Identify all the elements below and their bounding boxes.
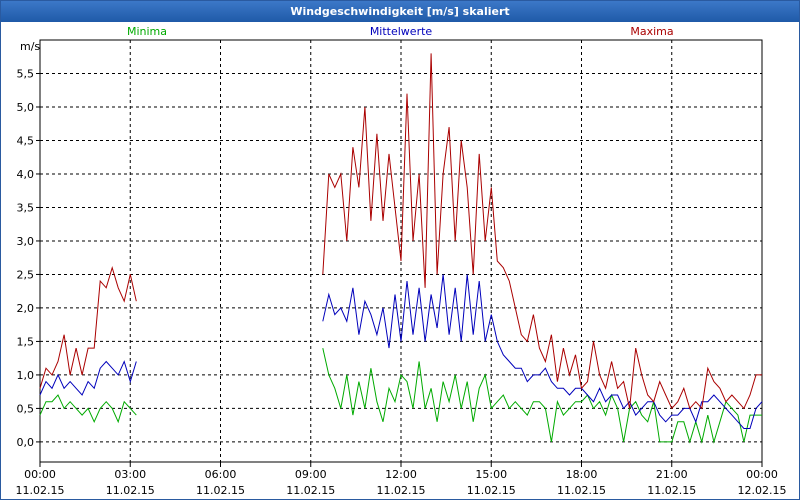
x-tick-date-label: 11.02.15 <box>467 484 516 497</box>
y-tick-label: 2,5 <box>17 268 35 281</box>
x-tick-date-label: 11.02.15 <box>557 484 606 497</box>
x-tick-time-label: 00:00 <box>24 468 56 481</box>
x-tick-date-label: 11.02.15 <box>16 484 65 497</box>
x-tick-time-label: 21:00 <box>656 468 688 481</box>
y-axis-ticks: 0,0 0,5 1,0 1,5 2,0 2,5 3,0 3,5 4,0 4,5 5,0 5,5 <box>17 67 40 449</box>
y-tick-label: 5,5 <box>17 67 35 80</box>
y-tick-label: 2,0 <box>17 302 35 315</box>
legend-entry-minima: Minima <box>127 25 167 38</box>
chart-svg: 0,0 0,5 1,0 1,5 2,0 2,5 3,0 3,5 4,0 4,5 5,0 5,5 00:… <box>16 25 787 497</box>
x-tick-time-label: 12:00 <box>385 468 417 481</box>
y-tick-label: 0,5 <box>17 402 35 415</box>
y-axis-unit-label: m/s <box>20 40 40 53</box>
y-tick-label: 0,0 <box>17 436 35 449</box>
y-tick-label: 4,5 <box>17 134 35 147</box>
x-tick-time-label: 09:00 <box>295 468 327 481</box>
x-axis-ticks: 00:00 11.02.15 03:00 11.02.15 06:00 11.02.15 0… <box>16 462 787 497</box>
x-tick-date-label: 11.02.15 <box>196 484 245 497</box>
y-tick-label: 1,5 <box>17 335 35 348</box>
x-tick-time-label: 00:00 <box>746 468 778 481</box>
x-tick-date-label: 11.02.15 <box>286 484 335 497</box>
y-tick-label: 5,0 <box>17 101 35 114</box>
x-tick-date-label: 12.02.15 <box>738 484 787 497</box>
x-tick-time-label: 15:00 <box>475 468 507 481</box>
x-tick-date-label: 11.02.15 <box>647 484 696 497</box>
legend: Minima Mittelwerte Maxima <box>127 25 674 38</box>
y-tick-label: 4,0 <box>17 168 35 181</box>
y-tick-label: 3,5 <box>17 201 35 214</box>
legend-entry-mittelwerte: Mittelwerte <box>370 25 433 38</box>
x-tick-date-label: 11.02.15 <box>377 484 426 497</box>
y-tick-label: 1,0 <box>17 369 35 382</box>
x-tick-time-label: 18:00 <box>566 468 598 481</box>
x-tick-time-label: 03:00 <box>114 468 146 481</box>
legend-entry-maxima: Maxima <box>630 25 673 38</box>
y-tick-label: 3,0 <box>17 235 35 248</box>
x-tick-date-label: 11.02.15 <box>106 484 155 497</box>
x-tick-time-label: 06:00 <box>205 468 237 481</box>
